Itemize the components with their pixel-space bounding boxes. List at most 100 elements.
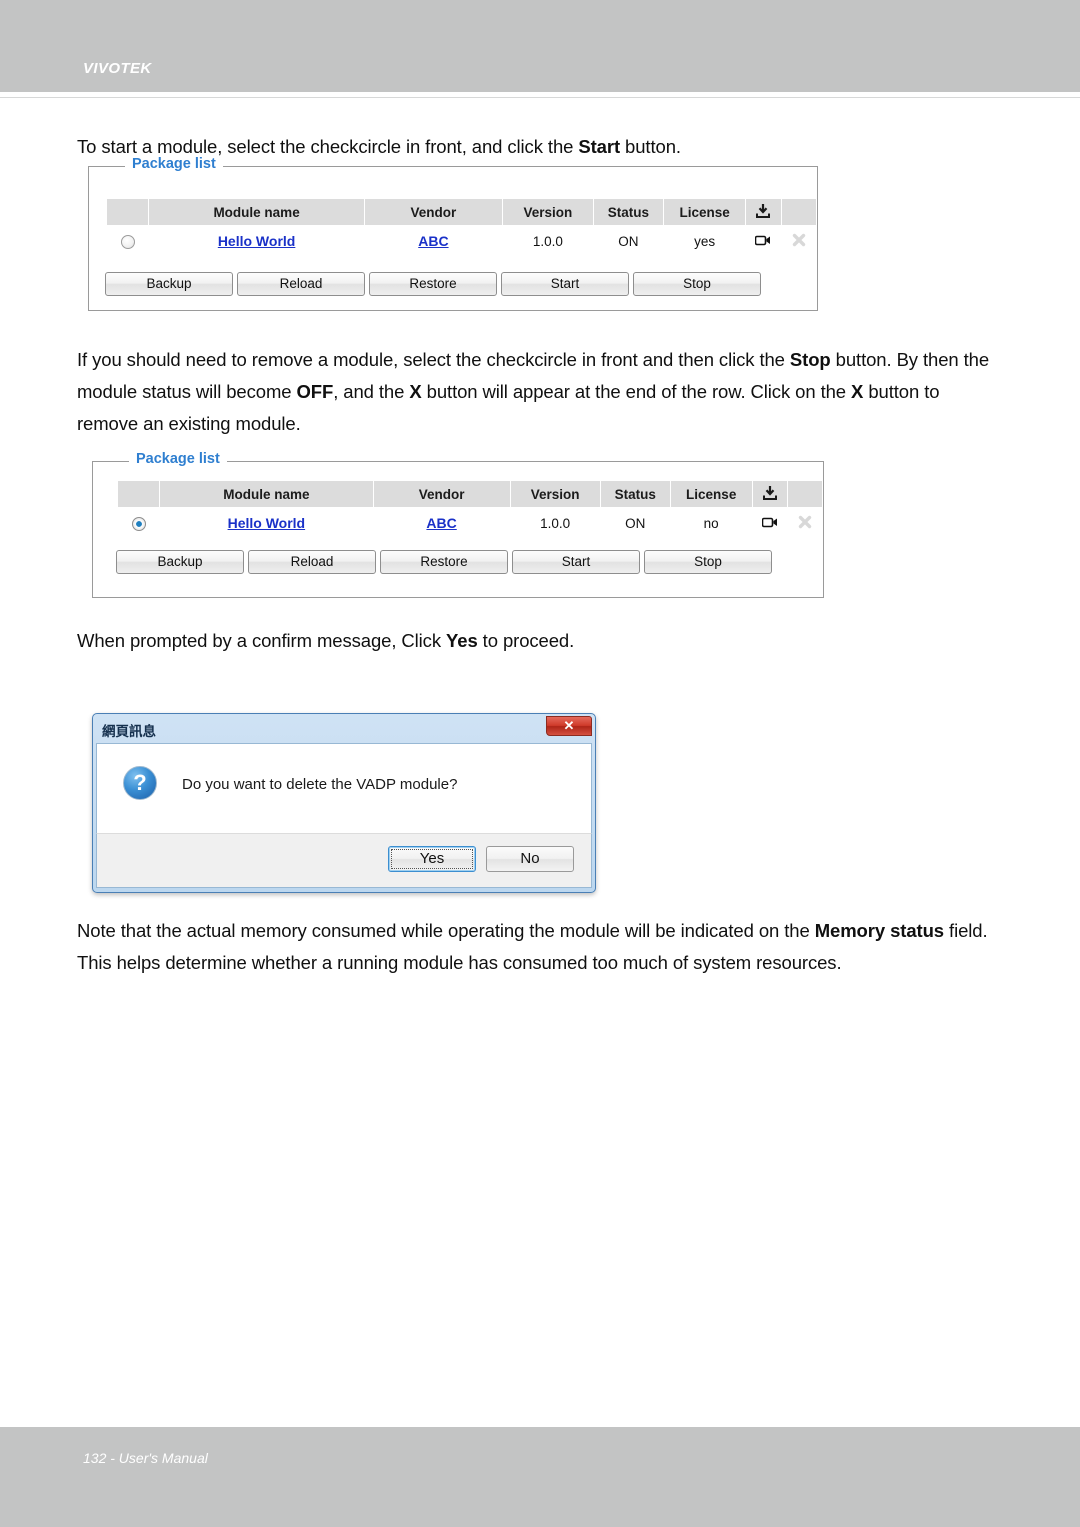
p2-emphasis-x2: X bbox=[851, 381, 864, 402]
module-name-link[interactable]: Hello World bbox=[228, 515, 306, 531]
module-radio-button[interactable] bbox=[120, 234, 135, 249]
p1-emphasis-start: Start bbox=[578, 136, 621, 157]
legend-dash bbox=[99, 166, 121, 167]
p4-emphasis-memory-status: Memory status bbox=[814, 920, 944, 941]
column-header-version: Version bbox=[509, 480, 601, 508]
header-divider bbox=[0, 97, 1080, 98]
column-header-download[interactable] bbox=[745, 198, 782, 226]
row-module-name-cell: Hello World bbox=[148, 225, 365, 256]
yes-button[interactable]: Yes bbox=[388, 846, 476, 872]
paragraph-confirm-prompt: When prompted by a confirm message, Clic… bbox=[77, 625, 977, 657]
package-list-legend: Package list bbox=[125, 156, 223, 172]
p2-text-e: , and the bbox=[333, 381, 410, 402]
p2-text-g: button will appear at the end of the row… bbox=[421, 381, 852, 402]
row-remove-cell[interactable] bbox=[781, 225, 817, 256]
p2-emphasis-off: OFF bbox=[296, 381, 334, 402]
package-list-panel-1: Package list Module name Vendor Version … bbox=[88, 156, 818, 311]
column-header-remove bbox=[780, 198, 818, 226]
column-header-license: License bbox=[663, 198, 747, 226]
download-icon[interactable] bbox=[756, 203, 771, 221]
column-header-select bbox=[116, 480, 161, 508]
p3-emphasis-yes: Yes bbox=[446, 630, 478, 651]
table-header-row: Module name Vendor Version Status Licens… bbox=[105, 198, 818, 226]
package-list-panel-2: Package list Module name Vendor Version … bbox=[92, 451, 824, 598]
row-status-cell: ON bbox=[600, 507, 671, 538]
column-header-license: License bbox=[669, 480, 753, 508]
dialog-body: ? Do you want to delete the VADP module? bbox=[96, 743, 592, 833]
start-button[interactable]: Start bbox=[512, 550, 640, 574]
column-header-module-name: Module name bbox=[148, 198, 365, 226]
p1-text-c: button. bbox=[620, 136, 681, 157]
close-icon[interactable]: ✕ bbox=[546, 716, 592, 736]
row-vendor-cell: ABC bbox=[373, 507, 511, 538]
column-header-status: Status bbox=[599, 480, 671, 508]
vendor-link[interactable]: ABC bbox=[418, 233, 448, 249]
module-radio-button[interactable] bbox=[131, 516, 146, 531]
dialog-title: 網頁訊息 bbox=[102, 724, 156, 739]
row-license-cell: yes bbox=[663, 225, 746, 256]
camera-icon[interactable] bbox=[755, 234, 771, 249]
package-list-table-1: Module name Vendor Version Status Licens… bbox=[105, 198, 818, 256]
footer-page-label: 132 - User's Manual bbox=[83, 1450, 208, 1466]
start-button[interactable]: Start bbox=[501, 272, 629, 296]
p1-text-a: To start a module, select the checkcircl… bbox=[77, 136, 579, 157]
vendor-link[interactable]: ABC bbox=[426, 515, 456, 531]
column-header-status: Status bbox=[592, 198, 665, 226]
column-header-remove bbox=[786, 480, 824, 508]
row-remove-cell[interactable] bbox=[787, 507, 823, 538]
backup-button[interactable]: Backup bbox=[116, 550, 244, 574]
stop-button[interactable]: Stop bbox=[633, 272, 761, 296]
p2-emphasis-stop: Stop bbox=[789, 349, 831, 370]
p4-text-a: Note that the actual memory consumed whi… bbox=[77, 920, 815, 941]
column-header-vendor: Vendor bbox=[363, 198, 504, 226]
p3-text-c: to proceed. bbox=[477, 630, 575, 651]
column-header-module-name: Module name bbox=[159, 480, 374, 508]
package-list-buttons-2: Backup Reload Restore Start Stop bbox=[116, 550, 776, 574]
table-row[interactable]: Hello World ABC 1.0.0 ON yes bbox=[106, 225, 817, 256]
package-list-table-2: Module name Vendor Version Status Licens… bbox=[116, 480, 824, 538]
camera-icon[interactable] bbox=[761, 516, 778, 531]
backup-button[interactable]: Backup bbox=[105, 272, 233, 296]
dialog-message: Do you want to delete the VADP module? bbox=[182, 776, 458, 793]
module-name-link[interactable]: Hello World bbox=[218, 233, 296, 249]
row-version-cell: 1.0.0 bbox=[502, 225, 594, 256]
row-license-cell: no bbox=[670, 507, 753, 538]
column-header-select bbox=[105, 198, 150, 226]
row-module-name-cell: Hello World bbox=[159, 507, 374, 538]
no-button[interactable]: No bbox=[486, 846, 574, 872]
row-select-cell[interactable] bbox=[106, 225, 149, 256]
paragraph-memory-status-note: Note that the actual memory consumed whi… bbox=[77, 915, 1007, 979]
row-camera-cell[interactable] bbox=[745, 225, 782, 256]
p3-text-a: When prompted by a confirm message, Clic… bbox=[77, 630, 447, 651]
reload-button[interactable]: Reload bbox=[237, 272, 365, 296]
question-icon: ? bbox=[123, 766, 157, 800]
table-header-row: Module name Vendor Version Status Licens… bbox=[116, 480, 824, 508]
row-camera-cell[interactable] bbox=[752, 507, 788, 538]
package-list-legend: Package list bbox=[129, 451, 227, 467]
dialog-titlebar[interactable]: 網頁訊息 ✕ bbox=[96, 716, 592, 743]
brand-logo: VIVOTEK bbox=[83, 60, 152, 77]
column-header-version: Version bbox=[502, 198, 594, 226]
p2-emphasis-x1: X bbox=[409, 381, 422, 402]
restore-button[interactable]: Restore bbox=[380, 550, 508, 574]
confirm-dialog: 網頁訊息 ✕ ? Do you want to delete the VADP … bbox=[92, 713, 596, 893]
package-list-buttons-1: Backup Reload Restore Start Stop bbox=[105, 272, 765, 296]
paragraph-remove-module: If you should need to remove a module, s… bbox=[77, 344, 1002, 440]
restore-button[interactable]: Restore bbox=[369, 272, 497, 296]
row-version-cell: 1.0.0 bbox=[510, 507, 601, 538]
row-status-cell: ON bbox=[593, 225, 664, 256]
table-row[interactable]: Hello World ABC 1.0.0 ON no bbox=[117, 507, 823, 538]
page-footer: 132 - User's Manual bbox=[0, 1427, 1080, 1527]
page-header: VIVOTEK bbox=[0, 0, 1080, 92]
column-header-download[interactable] bbox=[751, 480, 788, 508]
stop-button[interactable]: Stop bbox=[644, 550, 772, 574]
row-select-cell[interactable] bbox=[117, 507, 160, 538]
dialog-footer: Yes No bbox=[96, 833, 592, 888]
column-header-vendor: Vendor bbox=[372, 480, 511, 508]
close-x-icon[interactable] bbox=[798, 515, 812, 532]
reload-button[interactable]: Reload bbox=[248, 550, 376, 574]
download-icon[interactable] bbox=[762, 485, 777, 503]
row-vendor-cell: ABC bbox=[364, 225, 503, 256]
legend-dash bbox=[103, 461, 125, 462]
close-x-icon[interactable] bbox=[792, 233, 806, 250]
